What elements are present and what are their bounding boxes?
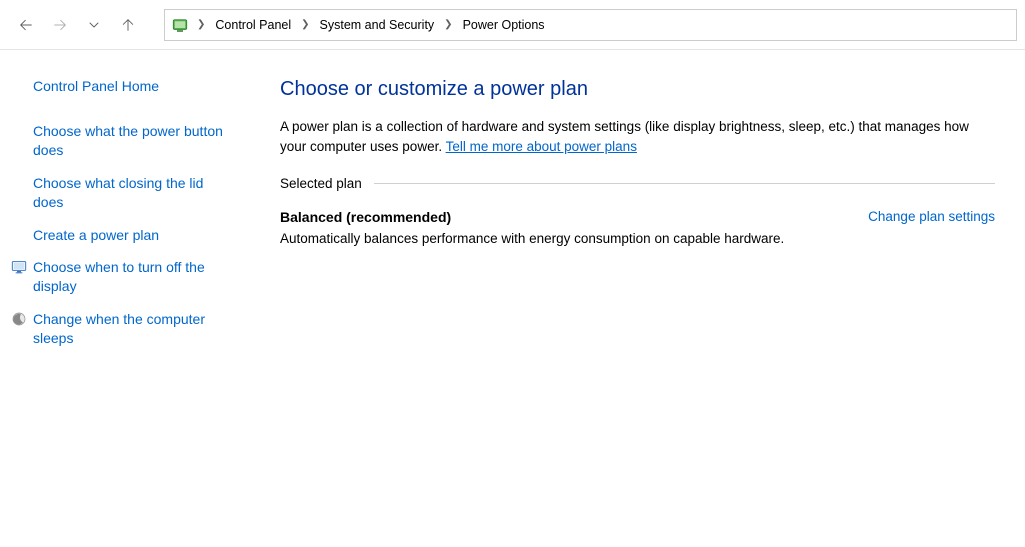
chevron-down-icon [86,17,102,33]
plan-row: Balanced (recommended) Change plan setti… [280,209,995,225]
sidebar-link-sleep[interactable]: Change when the computer sleeps [33,310,235,348]
section-rule [374,183,995,184]
tell-me-more-link[interactable]: Tell me more about power plans [446,139,637,154]
page-description: A power plan is a collection of hardware… [280,117,980,156]
arrow-right-icon [52,17,68,33]
breadcrumb-item[interactable]: System and Security [316,14,439,36]
main-panel: Choose or customize a power plan A power… [245,78,1025,362]
change-plan-settings-link[interactable]: Change plan settings [868,209,995,224]
sidebar-link-create-plan[interactable]: Create a power plan [33,226,235,245]
arrow-up-icon [120,17,136,33]
breadcrumb-item[interactable]: Power Options [459,14,549,36]
up-button[interactable] [114,11,142,39]
plan-name: Balanced (recommended) [280,209,451,225]
sidebar-link-closing-lid[interactable]: Choose what closing the lid does [33,174,235,212]
forward-button[interactable] [46,11,74,39]
sidebar: Control Panel Home Choose what the power… [0,78,245,362]
chevron-right-icon: ❯ [197,19,205,30]
sidebar-link-display-off[interactable]: Choose when to turn off the display [33,258,235,296]
chevron-right-icon: ❯ [301,19,309,30]
recent-dropdown[interactable] [80,11,108,39]
chevron-right-icon: ❯ [444,19,452,30]
nav-buttons [4,11,150,39]
sidebar-item-label: Choose when to turn off the display [33,259,205,294]
moon-icon [11,311,27,327]
content-area: Control Panel Home Choose what the power… [0,50,1025,362]
monitor-icon [11,259,27,275]
section-header: Selected plan [280,176,995,191]
sidebar-home-link[interactable]: Control Panel Home [33,78,235,94]
breadcrumb-item[interactable]: Control Panel [211,14,295,36]
section-label: Selected plan [280,176,374,191]
arrow-left-icon [18,17,34,33]
sidebar-item-label: Change when the computer sleeps [33,311,205,346]
breadcrumb[interactable]: ❯ Control Panel ❯ System and Security ❯ … [164,9,1017,41]
back-button[interactable] [12,11,40,39]
plan-description: Automatically balances performance with … [280,231,995,246]
sidebar-link-power-button[interactable]: Choose what the power button does [33,122,235,160]
page-title: Choose or customize a power plan [280,78,995,101]
control-panel-icon [171,16,189,34]
address-bar: ❯ Control Panel ❯ System and Security ❯ … [0,0,1025,50]
